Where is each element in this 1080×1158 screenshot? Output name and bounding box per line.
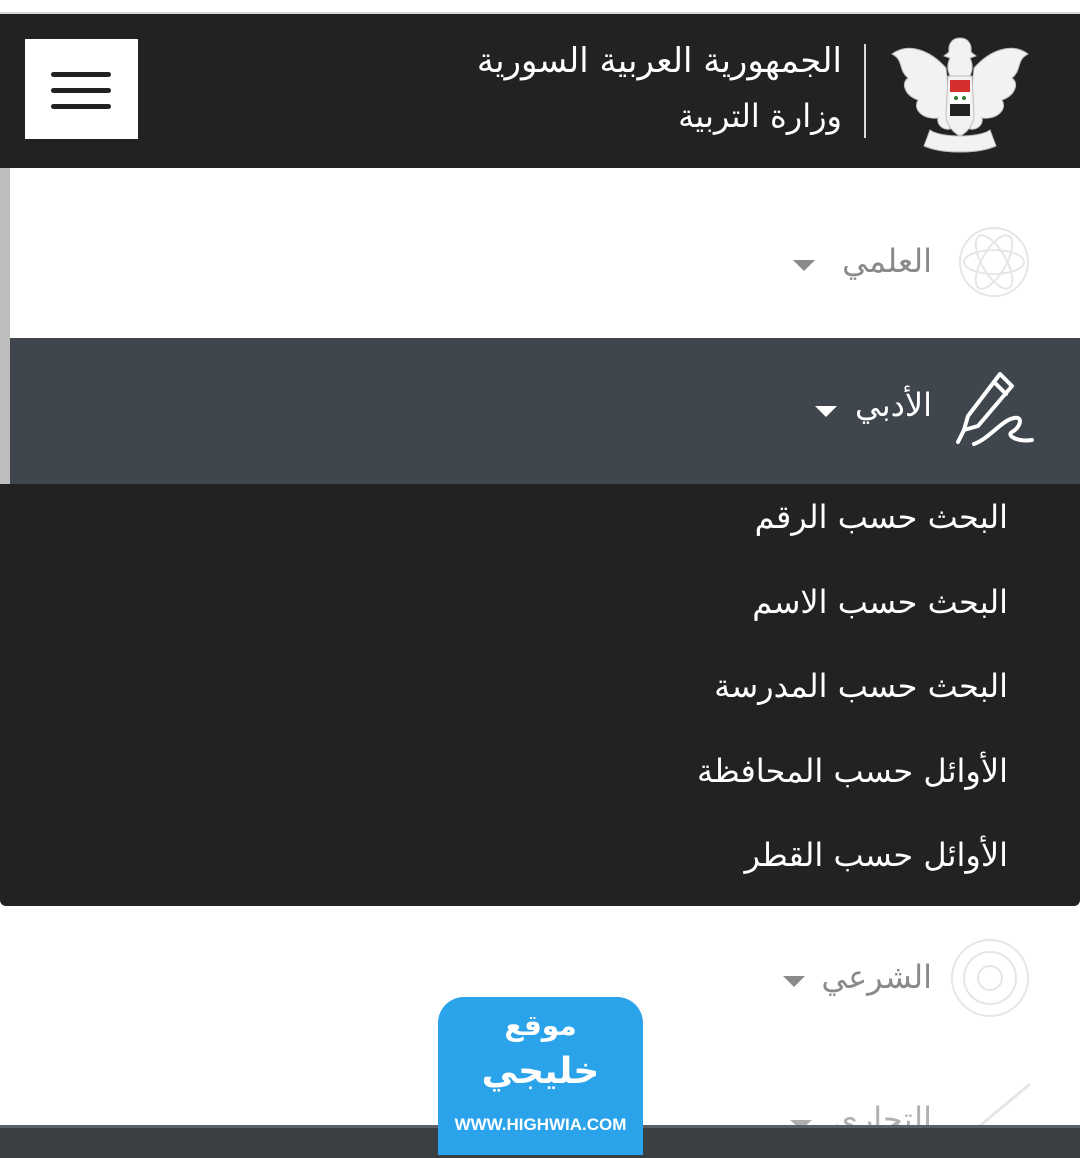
section-literary-label: الأدبي xyxy=(855,386,932,424)
country-name: الجمهورية العربية السورية xyxy=(476,41,842,81)
ornament-icon xyxy=(951,939,1029,1017)
header-divider xyxy=(864,44,866,138)
badge-line1: موقع xyxy=(504,1009,577,1042)
section-scientific-label: العلمي xyxy=(842,242,932,280)
syrian-eagle-emblem-icon xyxy=(891,37,1029,153)
hamburger-line xyxy=(51,104,111,109)
hamburger-line xyxy=(51,88,111,93)
hamburger-menu-icon xyxy=(51,72,111,77)
pen-icon xyxy=(978,1082,1031,1125)
section-literary[interactable]: الأدبي xyxy=(10,338,1080,484)
submenu-item-top-nationwide[interactable]: الأوائل حسب القطر xyxy=(745,836,1008,874)
site-title: الجمهورية العربية السورية وزارة التربية xyxy=(477,36,842,146)
hamburger-menu-button[interactable] xyxy=(25,39,138,139)
top-edge xyxy=(0,0,1080,14)
badge-line2: خليجي xyxy=(481,1051,600,1092)
section-commercial-label: التجاري xyxy=(832,1100,932,1125)
atom-icon xyxy=(959,227,1029,297)
submenu-item-search-by-school[interactable]: البحث حسب المدرسة xyxy=(714,667,1008,705)
submenu-item-top-by-governorate[interactable]: الأوائل حسب المحافظة xyxy=(697,752,1008,790)
ministry-name: وزارة التربية xyxy=(678,97,842,135)
literary-submenu: البحث حسب الرقم البحث حسب الاسم البحث حس… xyxy=(0,484,1080,906)
section-scientific[interactable]: العلمي xyxy=(10,168,1080,338)
submenu-item-search-by-number[interactable]: البحث حسب الرقم xyxy=(755,498,1008,536)
pen-signature-icon xyxy=(956,372,1034,446)
site-header: الجمهورية العربية السورية وزارة التربية xyxy=(0,14,1080,168)
badge-url: WWW.HIGHWIA.COM xyxy=(454,1115,627,1134)
chevron-down-icon xyxy=(793,260,815,271)
section-sharia-label: الشرعي xyxy=(821,958,932,996)
chevron-down-icon xyxy=(783,976,805,987)
chevron-down-icon xyxy=(815,406,837,417)
site-watermark-badge: موقع خليجي WWW.HIGHWIA.COM xyxy=(438,997,643,1155)
submenu-item-search-by-name[interactable]: البحث حسب الاسم xyxy=(752,583,1008,621)
